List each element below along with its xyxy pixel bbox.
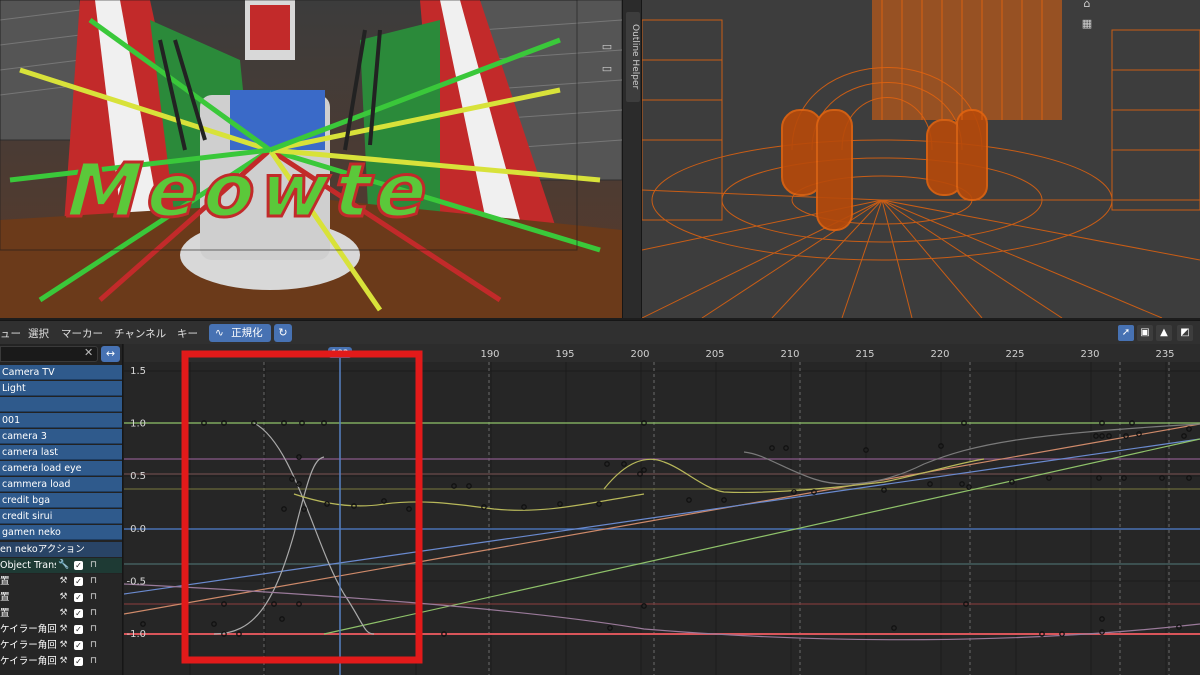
meowte-logo: Meowte: [63, 147, 437, 236]
y-tick-label: 1.0: [130, 419, 146, 430]
menu-key[interactable]: キー: [177, 326, 198, 341]
channel-fcurve[interactable]: ケイラー角回転 ⚒ ✓ ⊓: [0, 638, 122, 654]
grid-vertical: [189, 362, 1167, 675]
frame-icon[interactable]: ▣: [1137, 325, 1153, 341]
normalize-button[interactable]: ∿ 正規化: [209, 324, 271, 342]
wrench-icon[interactable]: ⚒: [58, 640, 69, 651]
wrench-icon[interactable]: ⚒: [58, 656, 69, 667]
auto-normalize-button[interactable]: ↻: [274, 324, 292, 342]
grid-horizontal: [124, 370, 1200, 635]
channel-group-label: Object Trans: [0, 560, 56, 571]
menu-channel[interactable]: チャンネル: [114, 326, 166, 341]
checkbox-icon[interactable]: ✓: [74, 641, 83, 650]
wrench-icon[interactable]: ⚒: [58, 592, 69, 603]
lock-icon[interactable]: ⊓: [88, 576, 99, 587]
menu-view[interactable]: ュー: [0, 326, 21, 341]
lock-icon[interactable]: ⊓: [88, 592, 99, 603]
lock-icon[interactable]: ⊓: [88, 640, 99, 651]
channel-fcurve[interactable]: 置 ⚒ ✓ ⊓: [0, 574, 122, 590]
frame-tick-label: 200: [630, 349, 649, 360]
channel-object[interactable]: credit bga: [0, 493, 122, 508]
lock-icon[interactable]: ⊓: [88, 656, 99, 667]
wrench-icon[interactable]: ⚒: [58, 608, 69, 619]
channel-fcurve[interactable]: ケイラー角回転 ⚒ ✓ ⊓: [0, 654, 122, 670]
fcurve-plot[interactable]: 1.5 1.0 0.5 0.0 -0.5 -1.0 190 195 200 205 210 215 2…: [124, 344, 1200, 675]
channel-object[interactable]: Light: [0, 381, 122, 396]
graph-editor-header: ュー 選択 マーカー チャンネル キー ∿ 正規化 ↻ ➚ ▣ ▲ ◩: [0, 320, 1200, 344]
cursor-icon[interactable]: ➚: [1118, 325, 1134, 341]
y-tick-label: -1.0: [126, 629, 146, 640]
close-icon[interactable]: ✕: [84, 346, 93, 359]
channel-group[interactable]: Object Trans 🔧 ✓ ⊓: [0, 558, 122, 573]
channel-list[interactable]: ✕ ↔ Camera TV Light 001 camera 3 camera …: [0, 344, 123, 675]
channel-object[interactable]: camera last: [0, 445, 122, 460]
menu-select[interactable]: 選択: [28, 326, 49, 341]
frame-tick-label: 235: [1155, 349, 1174, 360]
viewport-tool-icon[interactable]: ▭: [600, 40, 614, 54]
fcurve-label: 置: [0, 592, 10, 603]
channel-fcurve[interactable]: ケイラー角回転 ⚒ ✓ ⊓: [0, 622, 122, 638]
channel-object[interactable]: 001: [0, 413, 122, 428]
frame-tick-label: 190: [480, 349, 499, 360]
lock-icon[interactable]: ⊓: [88, 608, 99, 619]
fcurves-animated: [124, 422, 1200, 641]
viewport-right-wireframe[interactable]: ⌂ ▦: [642, 0, 1200, 318]
channel-fcurve[interactable]: 置 ⚒ ✓ ⊓: [0, 590, 122, 606]
channel-object[interactable]: gamen neko: [0, 525, 122, 540]
refresh-icon: ↻: [278, 326, 288, 339]
channel-object[interactable]: cammera load: [0, 477, 122, 492]
wrench-icon[interactable]: 🔧: [58, 560, 69, 571]
channel-object[interactable]: camera 3: [0, 429, 122, 444]
channel-object[interactable]: camera load eye: [0, 461, 122, 476]
y-tick-label: -0.5: [126, 576, 146, 587]
viewport-tool-icon-2[interactable]: ▭: [600, 62, 614, 76]
wrench-icon[interactable]: ⚒: [58, 576, 69, 587]
fcurves-flat: [124, 422, 1200, 635]
lock-icon[interactable]: ⊓: [88, 624, 99, 635]
frame-tick-label: 210: [780, 349, 799, 360]
frame-tick-label: 215: [855, 349, 874, 360]
warning-icon[interactable]: ▲: [1156, 325, 1172, 341]
frame-tick-label: 230: [1080, 349, 1099, 360]
fcurve-label: ケイラー角回転: [0, 656, 56, 667]
camera-view-icon[interactable]: ⌂: [1080, 0, 1094, 11]
fcurve-label: 置: [0, 608, 10, 619]
checkbox-icon[interactable]: ✓: [74, 593, 83, 602]
y-axis-ticks: 1.5 1.0 0.5 0.0 -0.5 -1.0: [126, 366, 146, 640]
checkbox-icon[interactable]: ✓: [74, 657, 83, 666]
channel-object[interactable]: Camera TV: [0, 365, 122, 380]
frame-tick-label: 195: [555, 349, 574, 360]
channel-object[interactable]: [0, 397, 122, 412]
fcurve-label: 置: [0, 576, 10, 587]
outline-helper-tab[interactable]: Outline Helper: [622, 0, 642, 318]
grid-view-icon[interactable]: ▦: [1080, 17, 1094, 31]
y-tick-label: 0.0: [130, 524, 146, 535]
frame-tick-label: 205: [705, 349, 724, 360]
lock-icon[interactable]: ⊓: [88, 560, 99, 571]
wrench-icon[interactable]: ⚒: [58, 624, 69, 635]
fcurve-label: ケイラー角回転: [0, 640, 56, 651]
frame-tick-label: 220: [930, 349, 949, 360]
checkbox-icon[interactable]: ✓: [74, 577, 83, 586]
channel-action[interactable]: en nekoアクション: [0, 542, 122, 557]
y-tick-label: 0.5: [130, 471, 146, 482]
viewport-left-render[interactable]: Meowte ▭ ▭: [0, 0, 622, 318]
graph-editor-canvas[interactable]: 1.5 1.0 0.5 0.0 -0.5 -1.0 190 195 200 205 210 215 2…: [124, 344, 1200, 675]
normalize-label: 正規化: [231, 327, 263, 339]
fcurve-label: ケイラー角回転: [0, 624, 56, 635]
wireframe-render: [642, 0, 1200, 318]
y-tick-label: 1.5: [130, 366, 146, 377]
menu-marker[interactable]: マーカー: [61, 326, 103, 341]
checkbox-icon[interactable]: ✓: [74, 609, 83, 618]
outline-helper-tab-label: Outline Helper: [626, 12, 640, 102]
curve-icon: ∿: [215, 327, 224, 339]
checkbox-icon[interactable]: ✓: [74, 625, 83, 634]
channel-object[interactable]: credit sirui: [0, 509, 122, 524]
channel-fcurve[interactable]: 置 ⚒ ✓ ⊓: [0, 606, 122, 622]
frame-tick-label: 225: [1005, 349, 1024, 360]
checkbox-icon[interactable]: ✓: [74, 561, 83, 570]
swap-icon[interactable]: ↔: [101, 346, 120, 362]
overlay-icon[interactable]: ◩: [1177, 325, 1193, 341]
